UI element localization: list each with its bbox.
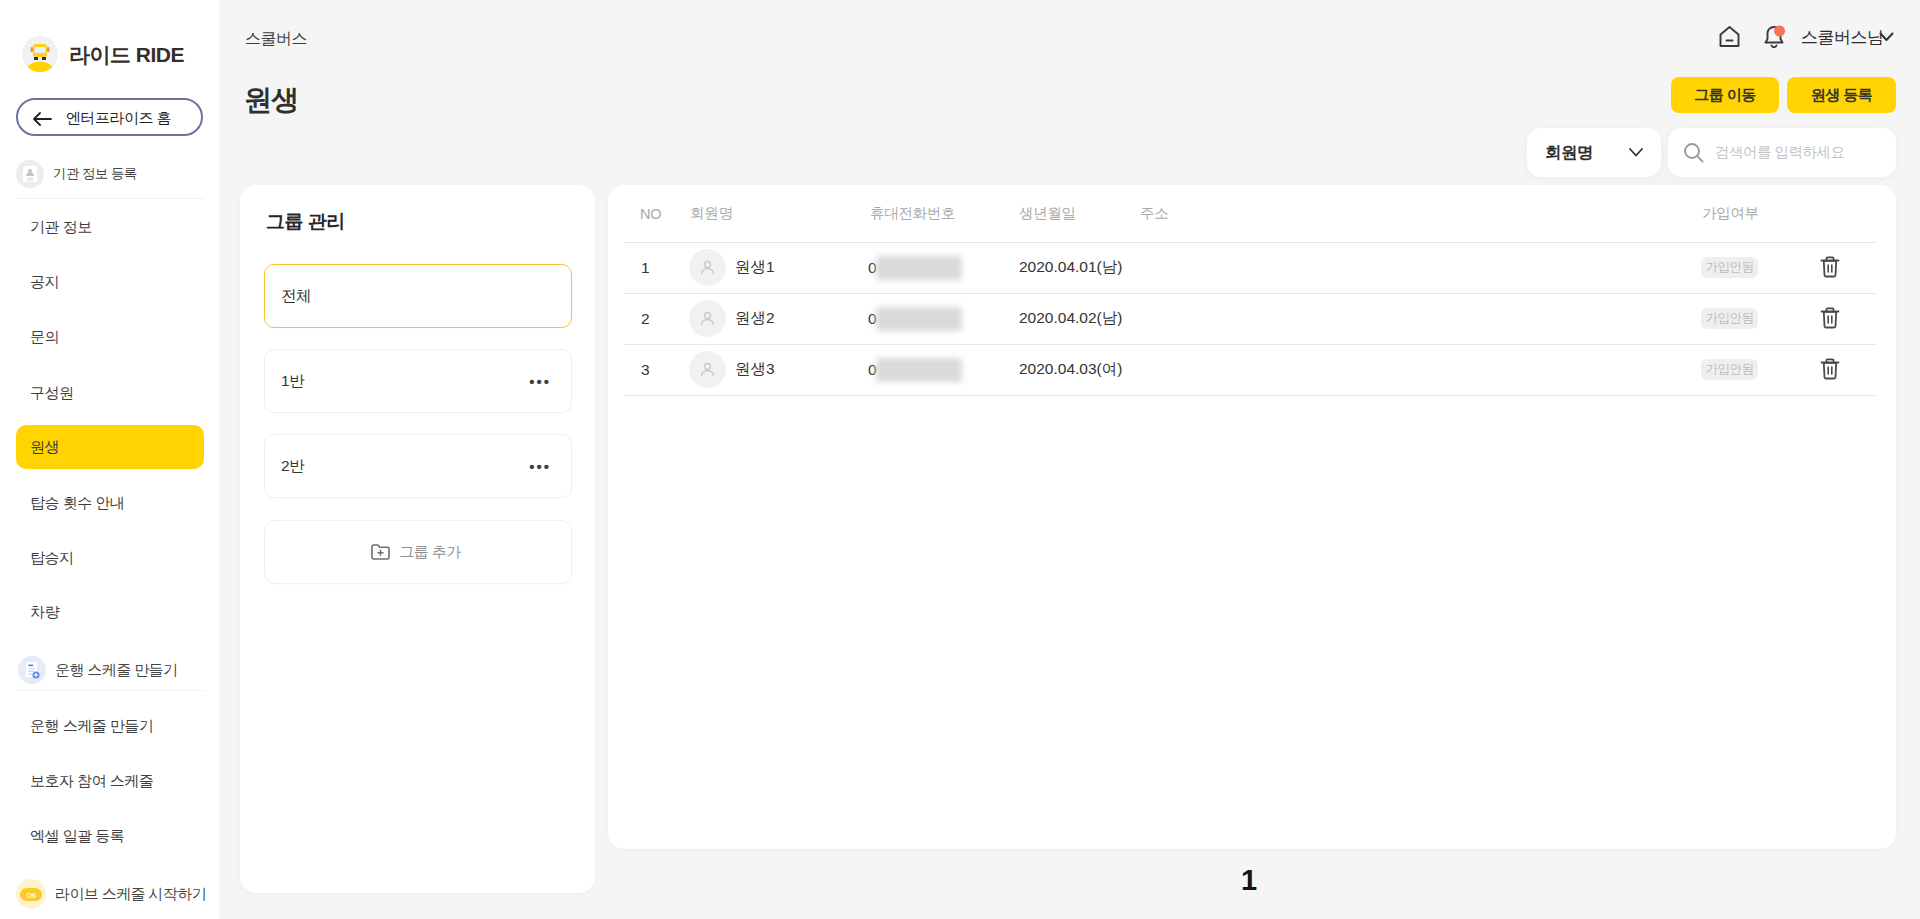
svg-text:ON: ON (26, 891, 36, 898)
